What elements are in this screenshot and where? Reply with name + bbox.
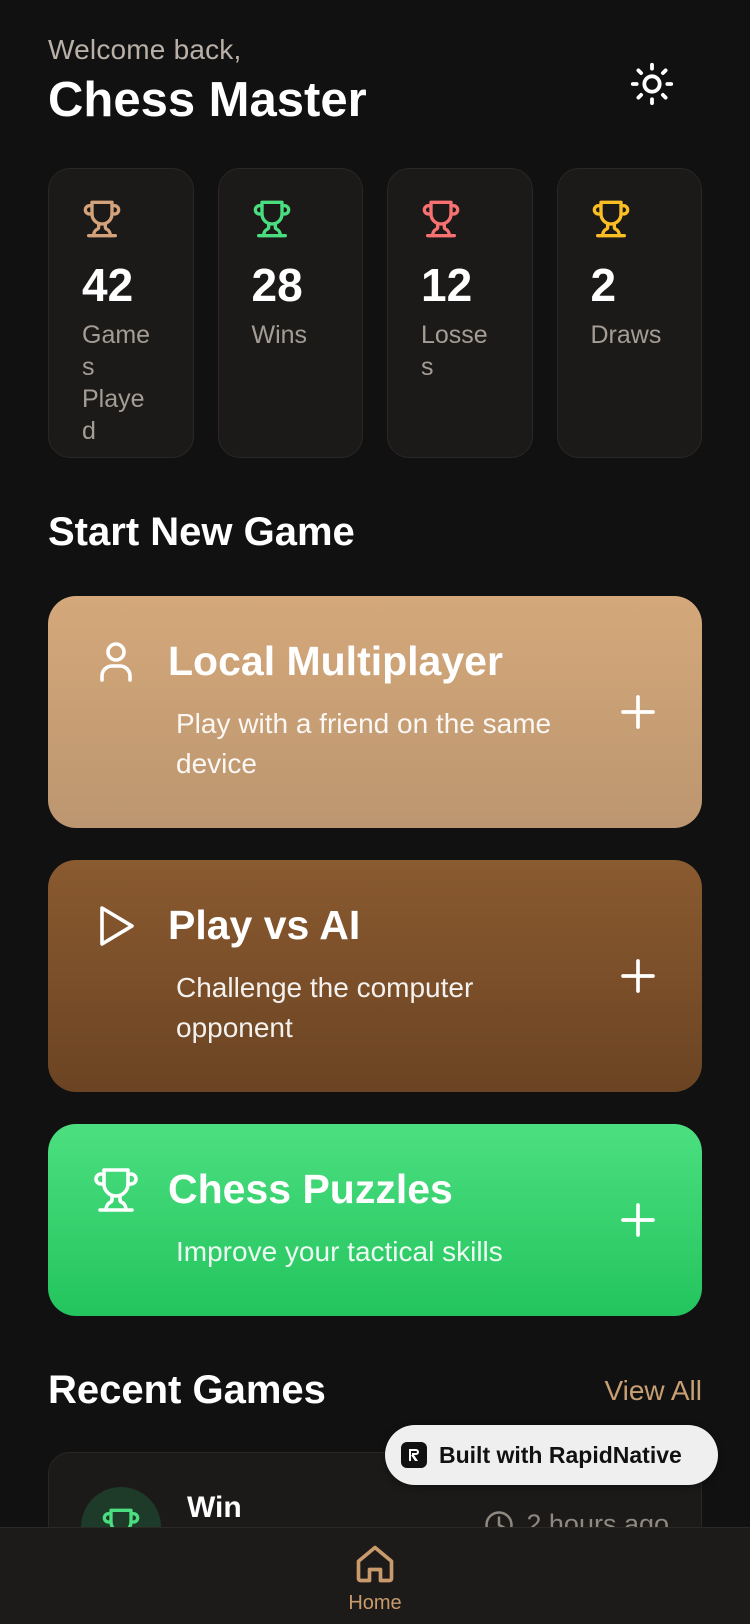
section-title-recent: Recent Games [48, 1368, 326, 1412]
sun-icon [630, 62, 674, 106]
welcome-text: Welcome back, [48, 34, 242, 65]
stat-label: Games Played [82, 320, 151, 445]
stat-card-wins: 28 Wins [217, 168, 363, 458]
built-with-badge[interactable]: Built with RapidNative [385, 1425, 718, 1485]
trophy-icon [83, 200, 121, 238]
stat-card-draws: 2 Draws [556, 168, 702, 458]
card-title: Chess Puzzles [168, 1166, 453, 1212]
plus-icon [621, 1203, 655, 1237]
card-title: Play vs AI [168, 902, 361, 948]
stats-row: 42 Games Played 28 Wins 12 Losses 2 Draw… [48, 168, 702, 458]
stat-card-losses: 12 Losses [387, 168, 533, 458]
user-icon [100, 642, 132, 682]
card-description: Challenge the computer opponent [176, 972, 474, 1043]
plus-icon [621, 959, 655, 993]
stat-label: Losses [421, 320, 488, 381]
bottom-nav: Home [0, 1527, 750, 1624]
badge-text: Built with RapidNative [439, 1441, 682, 1468]
stat-value: 2 [590, 259, 617, 311]
chess-puzzles-card[interactable]: Chess Puzzles Improve your tactical skil… [48, 1124, 702, 1316]
theme-toggle-button[interactable] [628, 60, 676, 108]
play-icon [100, 906, 134, 946]
stat-label: Draws [590, 320, 662, 349]
trophy-icon [422, 200, 460, 238]
rapidnative-logo-icon [401, 1442, 427, 1468]
trophy-icon [592, 200, 629, 238]
stat-value: 28 [251, 259, 303, 311]
stat-card-games: 42 Games Played [48, 168, 194, 458]
header: Welcome back, Chess Master [48, 34, 702, 134]
stat-value: 12 [421, 259, 473, 311]
game-result: Win [187, 1491, 242, 1524]
nav-home-label: Home [348, 1592, 402, 1614]
home-icon [356, 1545, 394, 1583]
card-description: Play with a friend on the same device [176, 708, 552, 779]
nav-item-home[interactable]: Home [330, 1542, 420, 1624]
section-title-new-game: Start New Game [48, 510, 355, 554]
page-title: Chess Master [48, 73, 367, 127]
r-logo-icon [409, 1449, 419, 1461]
card-description: Improve your tactical skills [176, 1236, 503, 1267]
stat-label: Wins [251, 320, 308, 349]
trophy-icon [253, 200, 290, 238]
play-vs-ai-card[interactable]: Play vs AI Challenge the computer oppone… [48, 860, 702, 1092]
trophy-icon [94, 1168, 138, 1212]
plus-icon [621, 695, 655, 729]
stat-value: 42 [82, 259, 134, 311]
card-title: Local Multiplayer [168, 638, 503, 684]
local-multiplayer-card[interactable]: Local Multiplayer Play with a friend on … [48, 596, 702, 828]
view-all-link[interactable]: View All [604, 1375, 702, 1407]
